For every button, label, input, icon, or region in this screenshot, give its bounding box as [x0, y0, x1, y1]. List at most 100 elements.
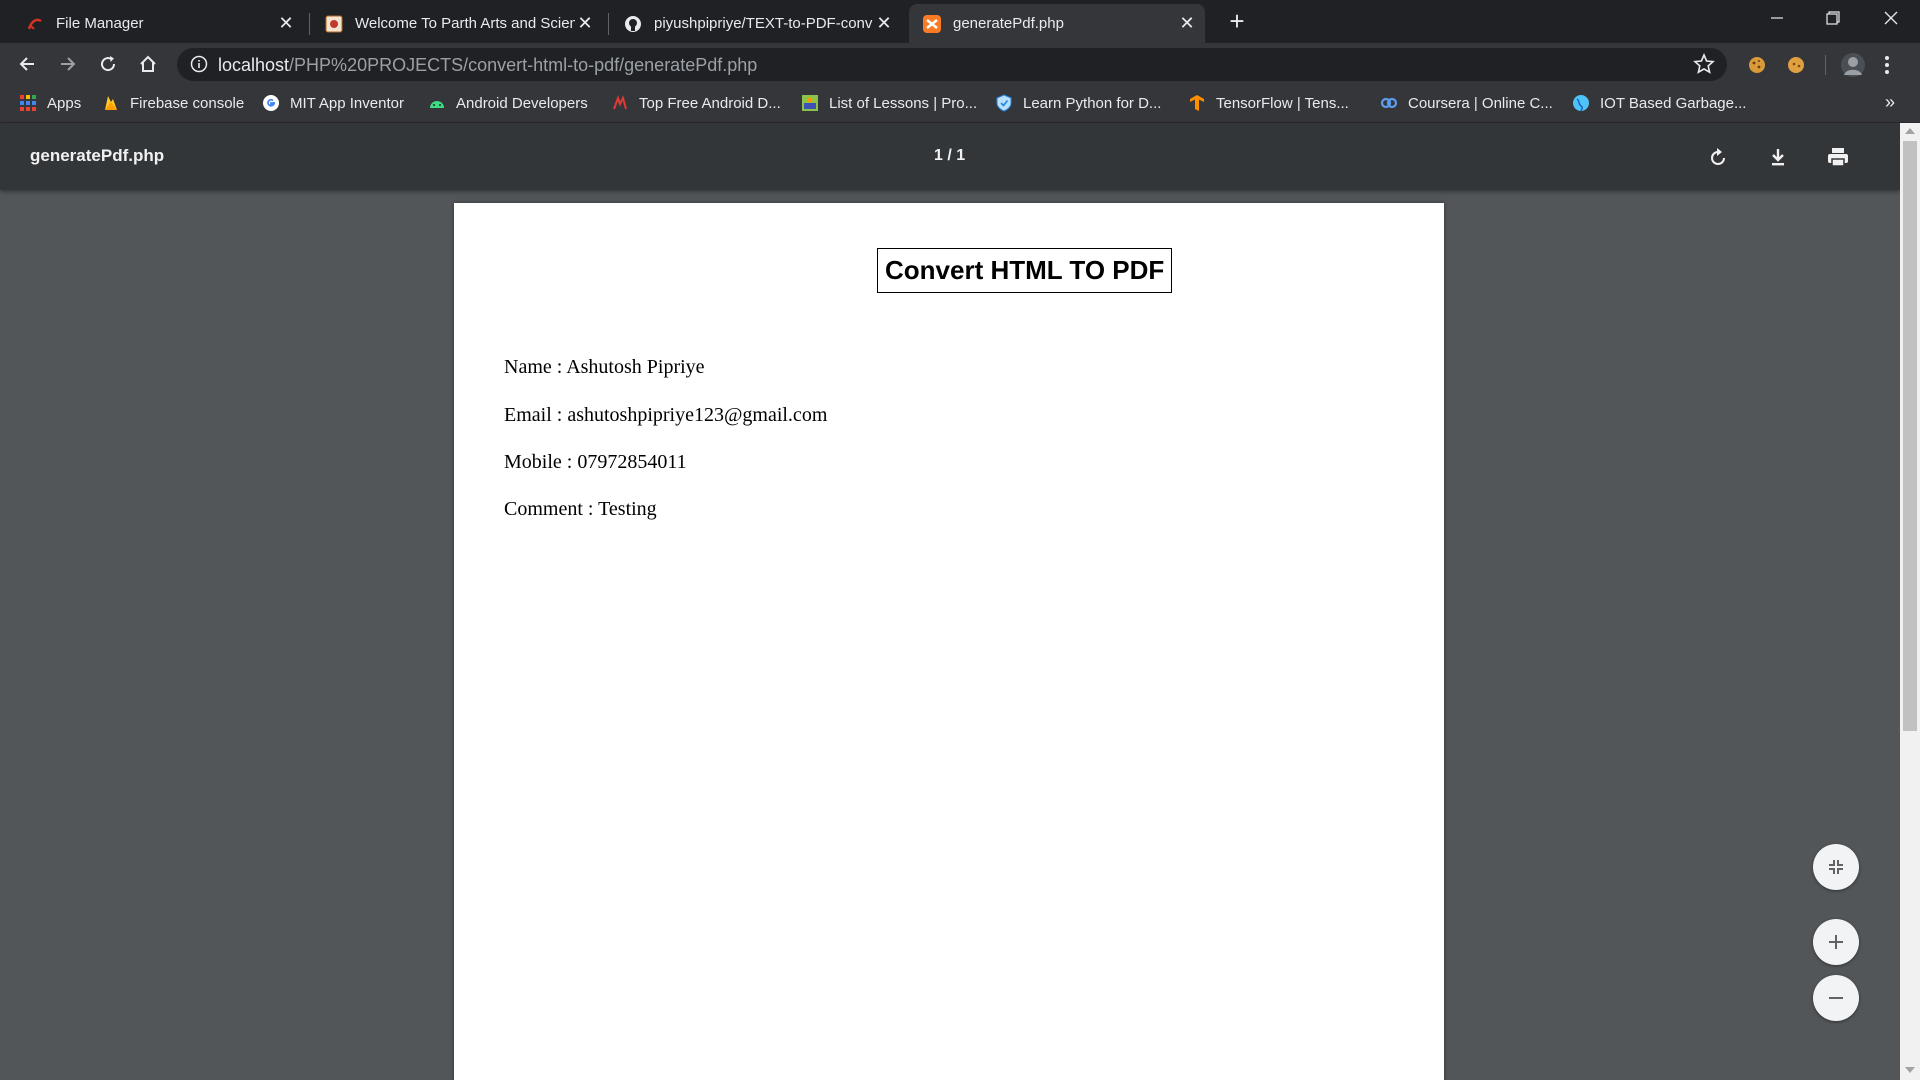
- forward-button[interactable]: [53, 49, 83, 79]
- bookmark-coursera[interactable]: Coursera | Online C...: [1380, 94, 1553, 112]
- tensorflow-icon: [1188, 94, 1206, 112]
- download-icon: [1772, 149, 1784, 166]
- app-brain-icon: [611, 94, 629, 112]
- tab-title: Welcome To Parth Arts and Scien: [355, 15, 575, 32]
- tab-strip: File Manager ✕ Welcome To Parth Arts and…: [0, 0, 1920, 43]
- rotate-button[interactable]: [1702, 141, 1734, 173]
- lessons-icon: [801, 94, 819, 112]
- tab-title: File Manager: [56, 15, 144, 32]
- close-icon[interactable]: ✕: [575, 13, 595, 34]
- tab-divider: [309, 13, 310, 35]
- name-field: Name : Ashutosh Pipriye: [504, 356, 705, 378]
- back-button[interactable]: [12, 49, 42, 79]
- fit-to-page-button[interactable]: [1813, 844, 1859, 890]
- bookmark-label: Top Free Android D...: [639, 94, 781, 112]
- minimize-button[interactable]: [1750, 0, 1804, 36]
- pdf-viewer: generatePdf.php 1 / 1 Convert HTML TO PD…: [0, 123, 1920, 1080]
- xampp-icon: [923, 14, 941, 33]
- bookmark-label: Coursera | Online C...: [1408, 94, 1553, 112]
- profile-avatar[interactable]: [1840, 52, 1866, 78]
- rotate-icon: [1711, 148, 1725, 165]
- reload-button[interactable]: [93, 49, 123, 79]
- bookmark-top-free-android[interactable]: Top Free Android D...: [611, 94, 781, 112]
- cookie-editor-extension-icon[interactable]: [1785, 54, 1807, 76]
- more-bookmarks-chevron-icon[interactable]: »: [1885, 92, 1895, 113]
- bookmark-mit-app-inventor[interactable]: MIT App Inventor: [262, 94, 404, 112]
- toolbar-divider: [1825, 55, 1826, 75]
- new-tab-button[interactable]: +: [1223, 6, 1251, 37]
- pdf-page: Convert HTML TO PDF Name : Ashutosh Pipr…: [454, 203, 1444, 1080]
- back-arrow-icon: [19, 57, 34, 71]
- close-icon[interactable]: ✕: [276, 13, 296, 34]
- bookmarks-bar: Apps Firebase console MIT App Inventor A…: [0, 86, 1920, 123]
- apps-grid-icon: [19, 94, 37, 112]
- github-icon: [624, 15, 642, 33]
- restore-button[interactable]: [1806, 0, 1860, 36]
- info-icon[interactable]: [190, 55, 208, 73]
- comment-field: Comment : Testing: [504, 498, 657, 520]
- close-window-button[interactable]: [1864, 0, 1918, 36]
- print-button[interactable]: [1822, 141, 1854, 173]
- tab-generatepdf[interactable]: generatePdf.php ✕: [909, 4, 1205, 43]
- url-path: /PHP%20PROJECTS/convert-html-to-pdf/gene…: [289, 55, 758, 75]
- close-window-icon: [1884, 11, 1898, 25]
- pdf-toolbar: generatePdf.php 1 / 1: [0, 123, 1900, 190]
- shield-site-icon: [995, 94, 1013, 112]
- url-text[interactable]: localhost/PHP%20PROJECTS/convert-html-to…: [218, 55, 757, 76]
- bookmark-learn-python[interactable]: Learn Python for D...: [995, 94, 1161, 112]
- minimize-icon: [1771, 17, 1783, 19]
- bookmark-label: Firebase console: [130, 94, 245, 112]
- url-host: localhost: [218, 55, 290, 75]
- bookmark-label: Android Developers: [456, 94, 588, 112]
- tab-title: generatePdf.php: [953, 15, 1064, 32]
- bookmark-label: List of Lessons | Pro...: [829, 94, 978, 112]
- globe-icon: [1572, 94, 1590, 112]
- browser-toolbar: localhost/PHP%20PROJECTS/convert-html-to…: [0, 43, 1920, 86]
- bookmark-android-developers[interactable]: Android Developers: [428, 94, 588, 112]
- tab-parth-arts[interactable]: Welcome To Parth Arts and Scien ✕: [311, 4, 603, 43]
- page-indicator: 1 / 1: [934, 147, 966, 164]
- vertical-scrollbar[interactable]: [1900, 123, 1920, 1080]
- google-icon: [262, 94, 280, 112]
- tab-file-manager[interactable]: File Manager ✕: [12, 4, 304, 43]
- email-field: Email : ashutoshpipriye123@gmail.com: [504, 404, 828, 426]
- bookmark-apps[interactable]: Apps: [19, 94, 81, 112]
- tab-github[interactable]: piyushpipriye/TEXT-to-PDF-conv ✕: [610, 4, 902, 43]
- scrollbar-thumb[interactable]: [1903, 141, 1917, 731]
- home-icon: [140, 55, 156, 72]
- bookmark-label: Learn Python for D...: [1023, 94, 1162, 112]
- cookie-extension-icon[interactable]: [1746, 54, 1768, 76]
- reload-icon: [101, 56, 116, 72]
- bookmark-tensorflow[interactable]: TensorFlow | Tens...: [1188, 94, 1349, 112]
- zoom-in-button[interactable]: [1813, 919, 1859, 965]
- zoom-out-button[interactable]: [1813, 975, 1859, 1021]
- restore-icon: [1826, 11, 1840, 25]
- bookmark-label: IOT Based Garbage...: [1600, 94, 1747, 112]
- firebase-icon: [102, 94, 120, 112]
- bookmark-firebase[interactable]: Firebase console: [102, 94, 244, 112]
- filemanager-icon: [26, 15, 44, 33]
- forward-arrow-icon: [61, 57, 76, 71]
- close-icon[interactable]: ✕: [874, 13, 894, 34]
- scroll-down-arrow-icon[interactable]: [1905, 1067, 1915, 1073]
- tab-title: piyushpipriye/TEXT-to-PDF-conv: [654, 15, 873, 32]
- scroll-up-arrow-icon[interactable]: [1905, 128, 1915, 134]
- bookmark-iot-garbage[interactable]: IOT Based Garbage...: [1572, 94, 1746, 112]
- plus-icon: [1829, 935, 1843, 949]
- tab-divider: [608, 13, 609, 35]
- document-title: Convert HTML TO PDF: [877, 248, 1173, 293]
- mobile-field: Mobile : 07972854011: [504, 451, 687, 473]
- parth-site-icon: [325, 15, 343, 33]
- coursera-icon: [1380, 94, 1398, 112]
- bookmark-star-icon[interactable]: [1693, 53, 1715, 75]
- download-button[interactable]: [1762, 141, 1794, 173]
- chrome-menu-icon[interactable]: [1884, 54, 1898, 76]
- print-icon: [1828, 148, 1848, 167]
- home-button[interactable]: [133, 49, 163, 79]
- address-bar[interactable]: localhost/PHP%20PROJECTS/convert-html-to…: [177, 48, 1727, 81]
- pdf-filename: generatePdf.php: [30, 146, 165, 165]
- fit-page-icon: [1829, 860, 1843, 874]
- close-icon[interactable]: ✕: [1177, 13, 1197, 34]
- bookmark-label: Apps: [47, 94, 82, 112]
- bookmark-list-of-lessons[interactable]: List of Lessons | Pro...: [801, 94, 977, 112]
